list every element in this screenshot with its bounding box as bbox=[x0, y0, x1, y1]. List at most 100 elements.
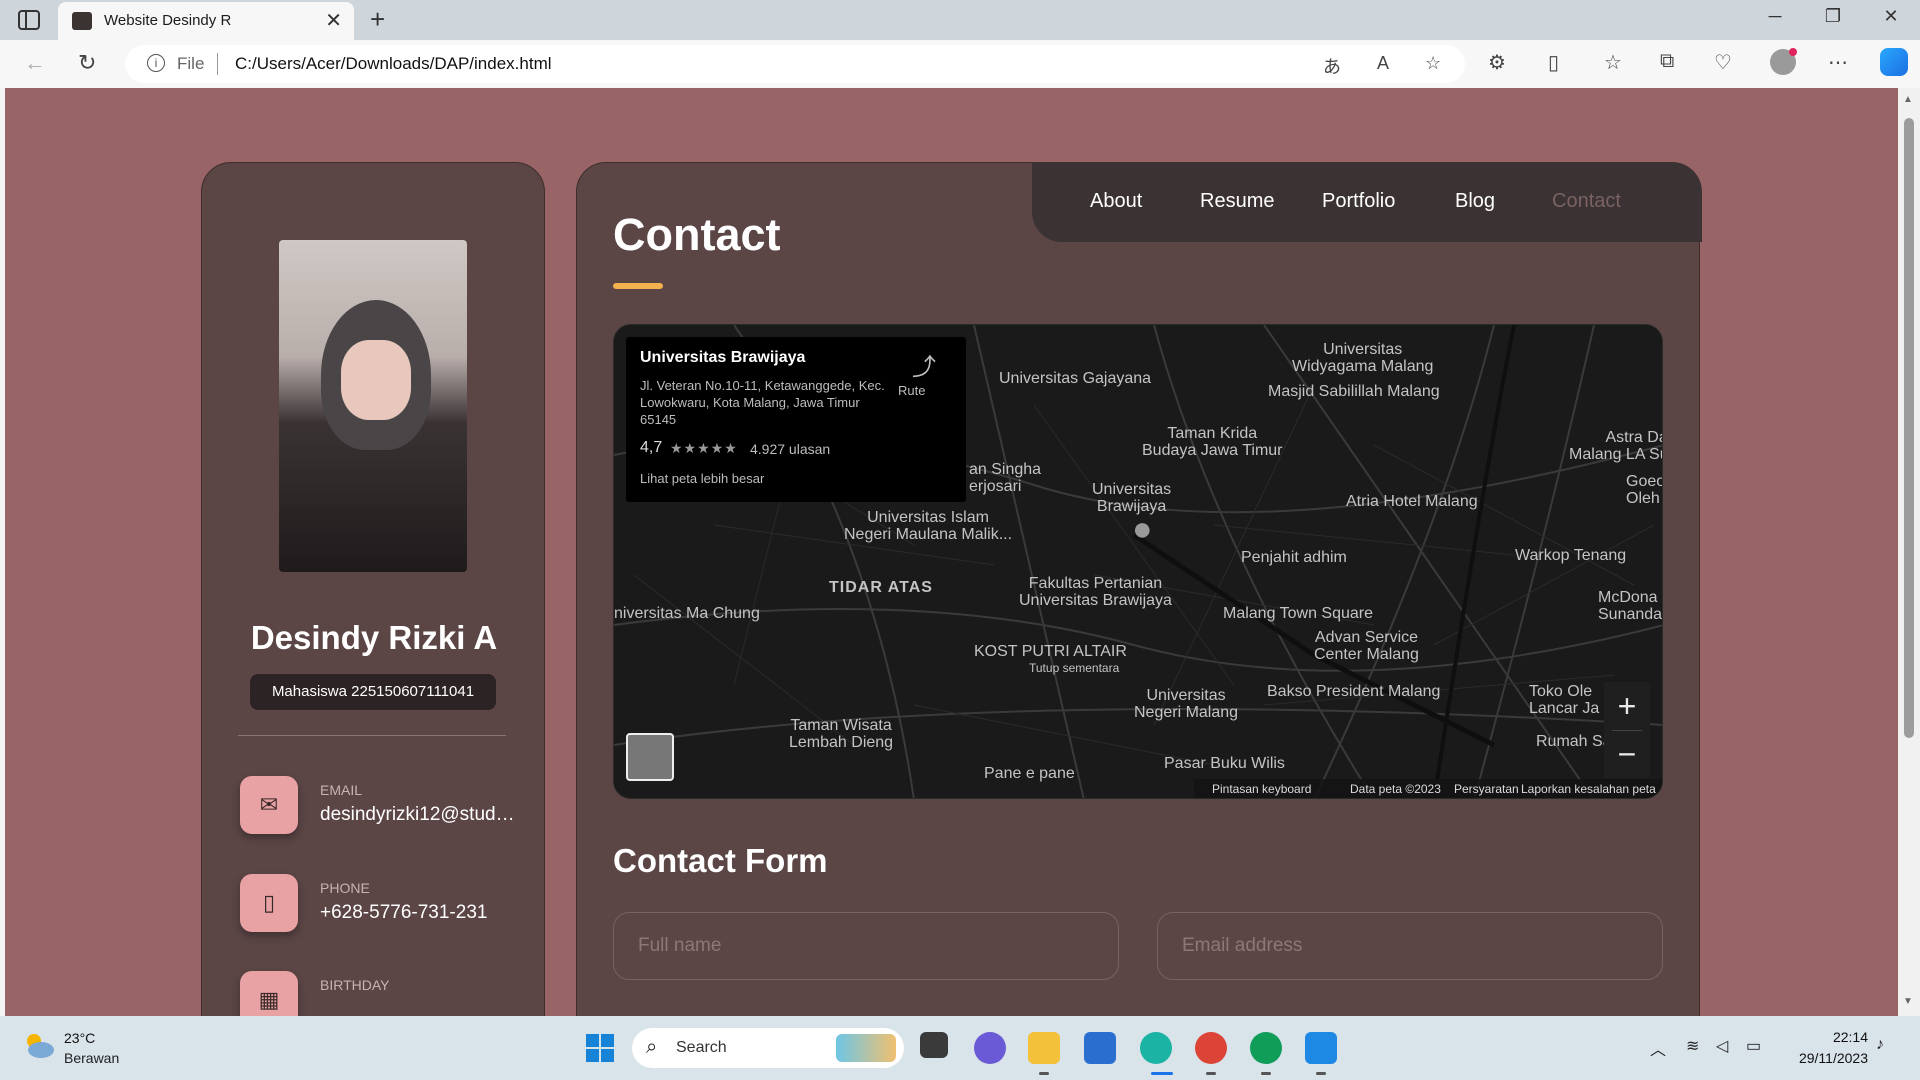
map-label: Tutup sementara bbox=[1029, 661, 1120, 675]
file-explorer-icon[interactable] bbox=[1028, 1032, 1060, 1064]
close-window-icon[interactable]: ✕ bbox=[1876, 6, 1906, 27]
map-label: Pasar Buku Wilis bbox=[1164, 755, 1285, 772]
app-indicator bbox=[1316, 1072, 1326, 1075]
chrome-icon[interactable] bbox=[1195, 1032, 1227, 1064]
favorite-star-icon[interactable]: ☆ bbox=[1425, 53, 1441, 74]
map-label: niversitas Ma Chung bbox=[614, 605, 760, 622]
contact-label: BIRTHDAY bbox=[320, 977, 390, 993]
search-label: Search bbox=[676, 1039, 727, 1056]
weather-cloud-icon[interactable] bbox=[22, 1030, 56, 1060]
notification-dot bbox=[1789, 48, 1797, 56]
nav-about[interactable]: About bbox=[1090, 190, 1142, 213]
app-indicator bbox=[1039, 1072, 1049, 1075]
map-label: Masjid Sabilillah Malang bbox=[1268, 383, 1440, 400]
place-name[interactable]: Universitas Brawijaya bbox=[640, 349, 805, 367]
task-view-icon[interactable] bbox=[920, 1032, 948, 1058]
map-label: McDona Sunanda bbox=[1598, 589, 1663, 623]
refresh-icon[interactable]: ↻ bbox=[78, 50, 96, 76]
place-address: Jl. Veteran No.10-11, Ketawanggede, Kec.… bbox=[640, 378, 885, 427]
clock-date[interactable]: 29/11/2023 bbox=[1784, 1050, 1868, 1066]
vscode-icon[interactable] bbox=[1305, 1032, 1337, 1064]
map-label: TIDAR ATAS bbox=[829, 579, 933, 596]
taskbar-search[interactable]: ⌕ Search bbox=[632, 1028, 904, 1068]
url-text[interactable]: C:/Users/Acer/Downloads/DAP/index.html bbox=[235, 54, 552, 74]
address-bar[interactable]: i File C:/Users/Acer/Downloads/DAP/index… bbox=[125, 45, 1465, 83]
directions-label[interactable]: Rute bbox=[898, 383, 925, 398]
map-label: Universitas Islam Negeri Maulana Malik..… bbox=[844, 509, 1013, 543]
battery-icon[interactable]: ▭ bbox=[1746, 1036, 1761, 1056]
wifi-icon[interactable]: ≋ bbox=[1686, 1036, 1699, 1056]
windows-taskbar: 23°C Berawan ⌕ Search ︿ ≋ ◁ ▭ 22:14 29/1… bbox=[0, 1016, 1920, 1080]
back-icon[interactable]: ← bbox=[24, 50, 46, 76]
collections-icon[interactable]: ⧉ bbox=[1660, 50, 1674, 73]
weather-description: Berawan bbox=[64, 1050, 120, 1066]
copilot-icon[interactable] bbox=[1880, 48, 1908, 76]
browser-essentials-icon[interactable]: ♡ bbox=[1714, 50, 1732, 75]
minimize-icon[interactable]: ─ bbox=[1760, 6, 1790, 27]
nav-resume[interactable]: Resume bbox=[1200, 190, 1274, 213]
new-tab-icon[interactable]: + bbox=[370, 4, 385, 35]
map-label: Universitas Gajayana bbox=[999, 370, 1152, 387]
map-label: Penjahit adhim bbox=[1241, 549, 1347, 566]
tab-actions-icon[interactable] bbox=[18, 10, 40, 30]
zoom-in-icon[interactable]: + bbox=[1604, 682, 1650, 730]
report-error-link[interactable]: Laporkan kesalahan peta bbox=[1521, 782, 1656, 796]
title-underline bbox=[613, 283, 663, 289]
tab-favicon bbox=[72, 12, 92, 30]
email-link[interactable]: desindyrizki12@student.ub.ac.id bbox=[320, 804, 520, 826]
directions-icon[interactable]: ⤴ bbox=[912, 347, 936, 382]
map-label: Astra Daihat Malang LA Sucipt bbox=[1569, 429, 1662, 463]
favorites-icon[interactable]: ☆ bbox=[1604, 50, 1622, 75]
windows-start-icon[interactable] bbox=[586, 1034, 614, 1062]
microsoft-store-icon[interactable] bbox=[1084, 1032, 1116, 1064]
nav-portfolio[interactable]: Portfolio bbox=[1322, 190, 1395, 213]
main-article: About Resume Portfolio Blog Contact Cont… bbox=[576, 162, 1702, 1016]
browser-tab-bar: Website Desindy R ✕ + ─ ❐ ✕ bbox=[0, 0, 1920, 40]
info-icon[interactable]: i bbox=[147, 54, 165, 72]
clock-time[interactable]: 22:14 bbox=[1820, 1029, 1868, 1045]
notification-bell-icon[interactable]: ♪ bbox=[1876, 1036, 1884, 1054]
read-aloud-icon[interactable]: A bbox=[1377, 53, 1389, 74]
larger-map-link[interactable]: Lihat peta lebih besar bbox=[640, 471, 764, 486]
profile-sidebar: Desindy Rizki A Mahasiswa 22515060711104… bbox=[201, 162, 545, 1016]
map-layer-toggle[interactable] bbox=[626, 733, 674, 781]
nav-contact[interactable]: Contact bbox=[1552, 190, 1621, 213]
zoom-out-icon[interactable]: − bbox=[1604, 730, 1650, 778]
page-scrollbar[interactable]: ▲ ▼ bbox=[1898, 88, 1920, 1016]
review-count-link[interactable]: 4.927 ulasan bbox=[750, 441, 830, 457]
teams-chat-icon[interactable] bbox=[974, 1032, 1006, 1064]
scroll-thumb[interactable] bbox=[1904, 118, 1914, 738]
split-screen-icon[interactable]: ▯ bbox=[1548, 50, 1559, 75]
map-pin-icon[interactable]: ● bbox=[1132, 512, 1153, 546]
more-menu-icon[interactable]: ⋯ bbox=[1828, 50, 1848, 75]
browser-tab[interactable]: Website Desindy R ✕ bbox=[58, 2, 354, 40]
google-map[interactable]: Universitas Gajayana Universitas Widyaga… bbox=[613, 324, 1663, 799]
scroll-down-icon[interactable]: ▼ bbox=[1903, 996, 1913, 1007]
map-label: KOST PUTRI ALTAIR bbox=[974, 643, 1127, 660]
chrome-profile-icon[interactable] bbox=[1250, 1032, 1282, 1064]
search-highlight-image bbox=[836, 1034, 896, 1062]
chevron-up-icon[interactable]: ︿ bbox=[1650, 1036, 1666, 1060]
edge-icon[interactable] bbox=[1140, 1032, 1172, 1064]
scroll-up-icon[interactable]: ▲ bbox=[1903, 94, 1913, 105]
keyboard-shortcuts-link[interactable]: Pintasan keyboard bbox=[1212, 782, 1311, 796]
map-label: Fakultas Pertanian Universitas Brawijaya bbox=[1019, 575, 1172, 609]
nav-blog[interactable]: Blog bbox=[1455, 190, 1495, 213]
email-input[interactable] bbox=[1157, 912, 1663, 980]
calendar-icon: ▦ bbox=[240, 971, 298, 1016]
browser-toolbar: ← ↻ i File C:/Users/Acer/Downloads/DAP/i… bbox=[0, 40, 1920, 88]
search-icon: ⌕ bbox=[646, 1036, 658, 1058]
rating-stars: ★★★★★ bbox=[670, 440, 738, 456]
tab-title: Website Desindy R bbox=[104, 12, 232, 29]
map-label: Atria Hotel Malang bbox=[1346, 493, 1478, 510]
terms-link[interactable]: Persyaratan bbox=[1454, 782, 1519, 796]
extensions-icon[interactable]: ⚙ bbox=[1488, 50, 1506, 75]
map-label: Malang Town Square bbox=[1223, 605, 1374, 622]
contact-email: ✉ EMAIL desindyrizki12@student.ub.ac.id bbox=[240, 776, 520, 836]
fullname-input[interactable] bbox=[613, 912, 1119, 980]
restore-icon[interactable]: ❐ bbox=[1818, 6, 1848, 27]
close-tab-icon[interactable]: ✕ bbox=[325, 8, 342, 33]
translate-icon[interactable]: あ bbox=[1323, 53, 1341, 79]
phone-link[interactable]: +628-5776-731-231 bbox=[320, 902, 520, 924]
volume-icon[interactable]: ◁ bbox=[1716, 1036, 1728, 1056]
